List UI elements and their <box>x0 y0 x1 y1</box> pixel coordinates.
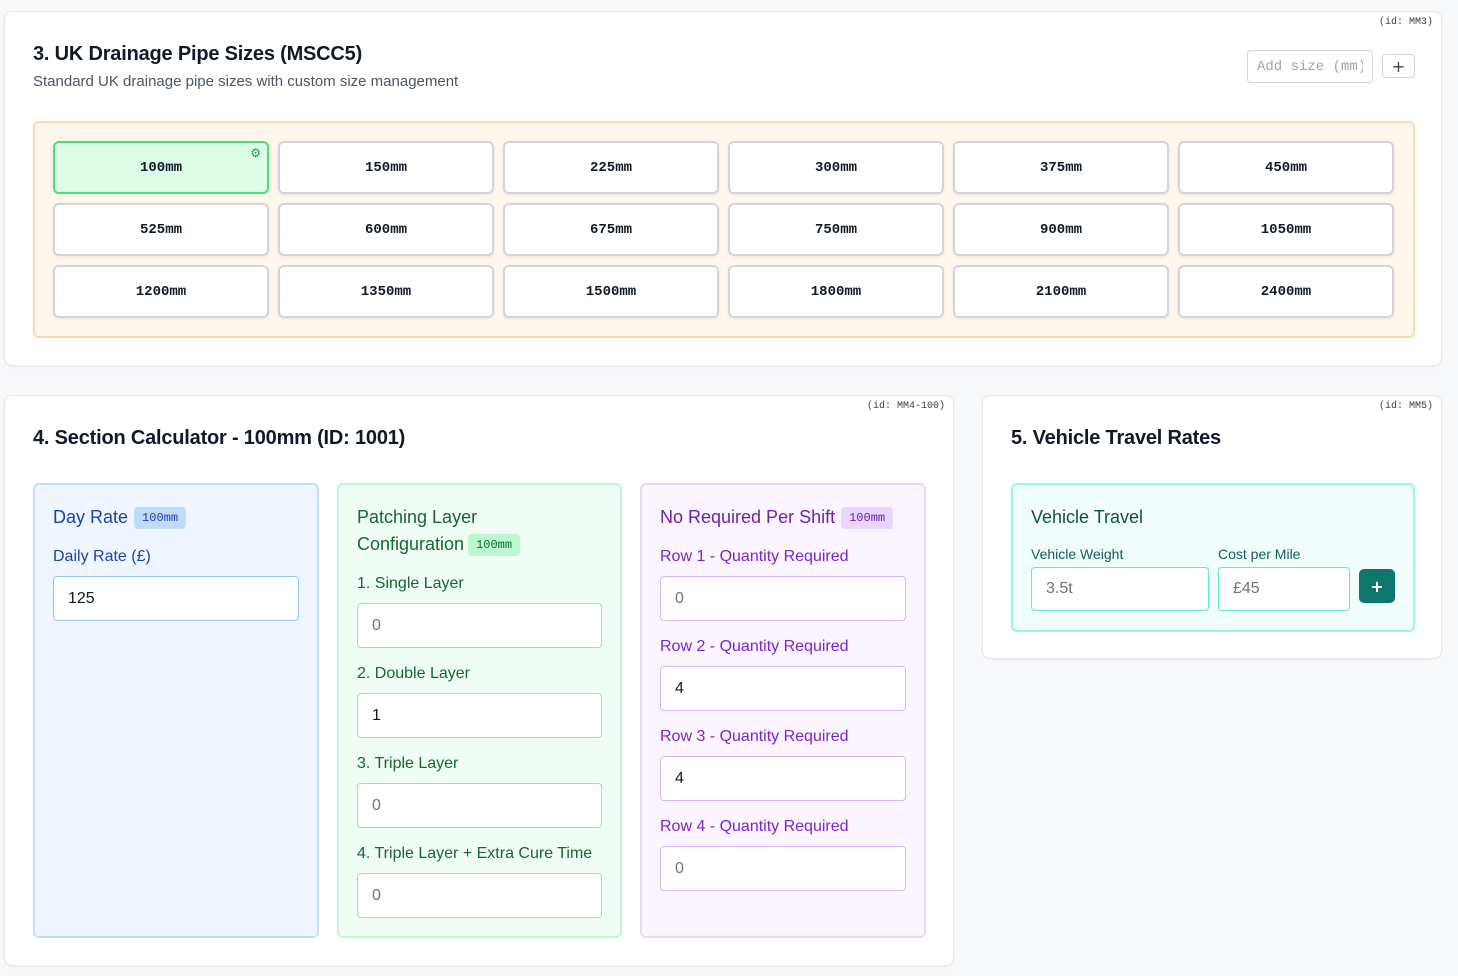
pipe-size-label: 225mm <box>589 159 632 176</box>
row-1-quantity-label: Row 1 - Quantity Required <box>660 548 849 565</box>
per-shift-panel: No Required Per Shift 100mm Row 1 - Quant… <box>640 483 926 938</box>
cost-per-mile-input[interactable] <box>1218 567 1350 611</box>
pipe-sizes-title: 3. UK Drainage Pipe Sizes (MSCC5) <box>33 43 363 65</box>
size-badge: 100mm <box>841 507 894 530</box>
section-calculator-title: 4. Section Calculator - 100mm (ID: 1001) <box>33 427 406 449</box>
vehicle-weight-label: Vehicle Weight <box>1031 546 1124 562</box>
per-shift-title-text: No Required Per Shift <box>660 507 836 527</box>
pipe-size-label: 2400mm <box>1260 283 1312 300</box>
pipe-size-button[interactable]: 1050mm <box>1178 203 1394 256</box>
card-id-label: (id: MM3) <box>1378 17 1433 28</box>
vehicle-panel-title: Vehicle Travel <box>1031 507 1144 527</box>
day-rate-title-text: Day Rate <box>53 507 129 527</box>
pipe-size-label: 100mm <box>139 159 182 176</box>
single-layer-input[interactable] <box>357 603 602 648</box>
vehicle-travel-title: 5. Vehicle Travel Rates <box>1011 427 1221 449</box>
vehicle-weight-input[interactable] <box>1031 567 1209 611</box>
pipe-size-button[interactable]: 525mm <box>53 203 269 256</box>
pipe-sizes-subtitle: Standard UK drainage pipe sizes with cus… <box>33 73 459 90</box>
pipe-size-button[interactable]: 1500mm <box>503 265 719 318</box>
vehicle-travel-card: (id: MM5) 5. Vehicle Travel Rates Vehicl… <box>982 395 1442 659</box>
day-rate-title: Day Rate 100mm <box>53 504 187 531</box>
daily-rate-label: Daily Rate (£) <box>53 548 151 565</box>
pipe-size-label: 375mm <box>1039 159 1082 176</box>
single-layer-label: 1. Single Layer <box>357 575 464 592</box>
pipe-size-label: 600mm <box>364 221 407 238</box>
row-1-quantity-input[interactable] <box>660 576 906 621</box>
pipe-size-label: 1500mm <box>585 283 637 300</box>
add-size-button[interactable]: + <box>1382 54 1415 78</box>
pipe-size-label: 150mm <box>364 159 407 176</box>
pipe-size-label: 2100mm <box>1035 283 1087 300</box>
pipe-size-button[interactable]: 600mm <box>278 203 494 256</box>
row-3-quantity-input[interactable] <box>660 756 906 801</box>
pipe-size-grid: 100mm ⚙ 150mm 225mm 300mm 375mm 450mm 525… <box>33 121 1415 338</box>
pipe-size-label: 900mm <box>1039 221 1082 238</box>
add-vehicle-button[interactable]: + <box>1359 569 1395 603</box>
pipe-size-label: 1050mm <box>1260 221 1312 238</box>
pipe-size-button[interactable]: 225mm <box>503 141 719 194</box>
pipe-size-button[interactable]: 750mm <box>728 203 944 256</box>
section-calculator-card: (id: MM4-100) 4. Section Calculator - 10… <box>4 395 954 966</box>
pipe-size-button[interactable]: 100mm ⚙ <box>53 141 269 194</box>
double-layer-label: 2. Double Layer <box>357 665 470 682</box>
patching-layer-panel: Patching Layer Configuration 100mm 1. Sin… <box>337 483 622 938</box>
gear-icon[interactable]: ⚙ <box>250 147 261 159</box>
patching-title: Patching Layer Configuration 100mm <box>357 504 577 558</box>
pipe-size-label: 750mm <box>814 221 857 238</box>
row-4-quantity-input[interactable] <box>660 846 906 891</box>
pipe-size-button[interactable]: 300mm <box>728 141 944 194</box>
daily-rate-input[interactable] <box>53 576 299 621</box>
triple-layer-extra-cure-input[interactable] <box>357 873 602 918</box>
triple-layer-label: 3. Triple Layer <box>357 755 459 772</box>
per-shift-title: No Required Per Shift 100mm <box>660 504 894 531</box>
pipe-size-button[interactable]: 1200mm <box>53 265 269 318</box>
pipe-size-label: 1800mm <box>810 283 862 300</box>
size-badge: 100mm <box>134 507 187 530</box>
row-3-quantity-label: Row 3 - Quantity Required <box>660 728 849 745</box>
pipe-size-label: 675mm <box>589 221 632 238</box>
triple-layer-extra-cure-label: 4. Triple Layer + Extra Cure Time <box>357 845 593 862</box>
pipe-size-button[interactable]: 675mm <box>503 203 719 256</box>
vehicle-travel-panel: Vehicle Travel Vehicle Weight Cost per M… <box>1011 483 1415 632</box>
size-badge: 100mm <box>468 534 521 557</box>
pipe-sizes-card: (id: MM3) 3. UK Drainage Pipe Sizes (MSC… <box>4 11 1442 366</box>
pipe-size-button[interactable]: 1350mm <box>278 265 494 318</box>
pipe-size-button[interactable]: 2400mm <box>1178 265 1394 318</box>
cost-per-mile-label: Cost per Mile <box>1218 546 1301 562</box>
card-id-label: (id: MM5) <box>1378 401 1433 412</box>
patching-title-text: Patching Layer Configuration <box>357 507 478 554</box>
double-layer-input[interactable] <box>357 693 602 738</box>
triple-layer-input[interactable] <box>357 783 602 828</box>
pipe-size-button[interactable]: 375mm <box>953 141 1169 194</box>
row-2-quantity-label: Row 2 - Quantity Required <box>660 638 849 655</box>
pipe-size-label: 1200mm <box>135 283 187 300</box>
pipe-size-label: 1350mm <box>360 283 412 300</box>
row-2-quantity-input[interactable] <box>660 666 906 711</box>
pipe-size-button[interactable]: 1800mm <box>728 265 944 318</box>
row-4-quantity-label: Row 4 - Quantity Required <box>660 818 849 835</box>
pipe-size-button[interactable]: 900mm <box>953 203 1169 256</box>
pipe-size-button[interactable]: 150mm <box>278 141 494 194</box>
add-size-input[interactable] <box>1247 50 1373 83</box>
pipe-size-button[interactable]: 2100mm <box>953 265 1169 318</box>
pipe-size-label: 300mm <box>814 159 857 176</box>
day-rate-panel: Day Rate 100mm Daily Rate (£) <box>33 483 319 938</box>
pipe-size-label: 450mm <box>1264 159 1307 176</box>
pipe-size-button[interactable]: 450mm <box>1178 141 1394 194</box>
card-id-label: (id: MM4-100) <box>866 401 945 412</box>
pipe-size-label: 525mm <box>139 221 182 238</box>
